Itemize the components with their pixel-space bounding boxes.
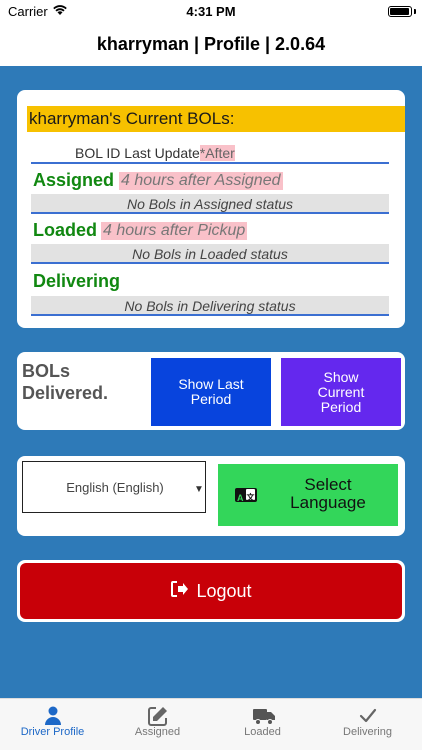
tab-label-driver-profile: Driver Profile	[20, 726, 85, 738]
page-title: kharryman | Profile | 2.0.64	[96, 34, 326, 54]
nav-bar: kharryman | Profile | 2.0.64	[0, 24, 422, 66]
tab-driver-profile[interactable]: Driver Profile	[0, 699, 105, 750]
truck-icon	[252, 705, 275, 727]
section-subtitle-assigned: 4 hours after Assigned	[119, 172, 283, 190]
person-icon	[42, 705, 64, 727]
tab-assigned[interactable]: Assigned	[105, 699, 210, 750]
logout-label: Logout	[196, 580, 252, 601]
bols-header-label: kharryman's Current BOLs:	[29, 109, 235, 128]
status-bar: Carrier 4:31 PM	[0, 0, 422, 24]
bols-header: kharryman's Current BOLs:	[27, 106, 405, 132]
empty-row-delivering: No Bols in Delivering status	[31, 296, 389, 316]
show-last-period-button[interactable]: Show Last Period	[151, 358, 271, 426]
current-bols-card: kharryman's Current BOLs: BOL ID Last Up…	[17, 90, 405, 328]
tab-loaded[interactable]: Loaded	[210, 699, 315, 750]
section-subtitle-loaded: 4 hours after Pickup	[101, 222, 248, 240]
bols-column-headers: BOL ID Last Update*After	[31, 142, 389, 164]
show-current-period-label: Show Current Period	[317, 368, 365, 415]
logout-icon	[170, 580, 190, 603]
section-title-assigned: Assigned	[33, 170, 115, 190]
edit-icon	[147, 705, 169, 727]
tab-label-loaded: Loaded	[244, 726, 281, 738]
show-current-period-button[interactable]: Show Current Period	[281, 358, 401, 426]
bols-delivered-card: BOLs Delivered. Show Last Period Show Cu…	[17, 352, 405, 430]
column-after: *After	[199, 145, 235, 161]
empty-row-assigned: No Bols in Assigned status	[31, 194, 389, 214]
section-title-delivering: Delivering	[33, 271, 121, 291]
column-last-update: Last Update	[124, 145, 200, 161]
battery-cap	[414, 9, 416, 14]
language-card: English (English) ▼ A 文 Select Language	[17, 456, 405, 536]
logout-button[interactable]: Logout	[20, 563, 402, 619]
main-content: kharryman's Current BOLs: BOL ID Last Up…	[0, 66, 422, 698]
empty-message-assigned: No Bols in Assigned status	[126, 196, 293, 212]
logout-card: Logout	[17, 560, 405, 622]
select-language-label: Select Language	[290, 475, 366, 512]
clock: 4:31 PM	[186, 4, 236, 19]
tab-bar: Driver Profile Assigned Loaded Deliverin…	[0, 698, 422, 750]
empty-message-loaded: No Bols in Loaded status	[132, 246, 288, 262]
empty-message-delivering: No Bols in Delivering status	[124, 298, 296, 314]
battery-icon	[388, 6, 412, 17]
checkmark-icon	[357, 705, 379, 727]
column-bol-id: BOL ID	[75, 145, 121, 161]
language-select-value: English (English)	[66, 480, 164, 495]
empty-row-loaded: No Bols in Loaded status	[31, 244, 389, 264]
bols-delivered-label: BOLs Delivered.	[22, 361, 109, 403]
translate-icon: A 文	[235, 488, 257, 503]
language-select[interactable]: English (English)	[22, 461, 206, 513]
show-last-period-label: Show Last Period	[178, 376, 244, 407]
section-title-loaded: Loaded	[33, 220, 98, 240]
tab-delivering[interactable]: Delivering	[315, 699, 420, 750]
column-header-text: BOL ID Last Update*After	[75, 145, 235, 161]
tab-label-assigned: Assigned	[134, 726, 181, 738]
select-language-button[interactable]: A 文 Select Language	[218, 464, 398, 526]
tab-label-delivering: Delivering	[343, 726, 392, 738]
